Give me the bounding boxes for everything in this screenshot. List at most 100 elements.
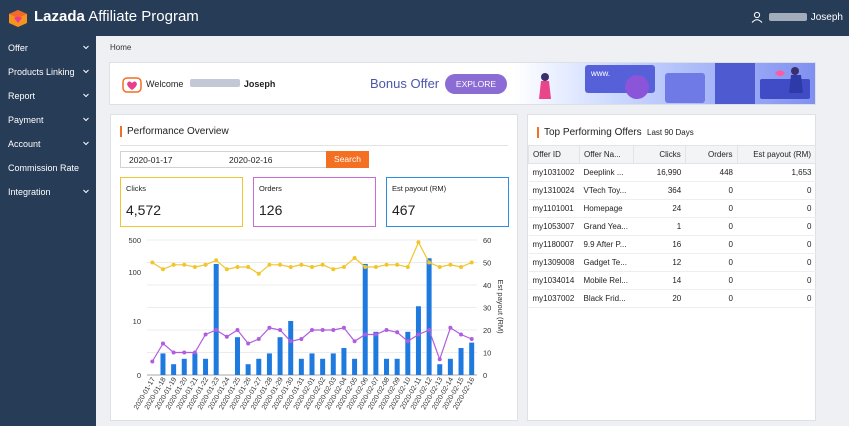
orders-point (459, 332, 464, 337)
payout-point (310, 265, 314, 269)
y-left-tick-label: 100 (128, 268, 141, 277)
column-header-payout[interactable]: Est payout (RM) (736, 145, 816, 164)
orders-point (256, 337, 261, 341)
explore-button[interactable]: EXPLORE (445, 74, 507, 94)
payout-point (459, 265, 464, 269)
table-row[interactable]: my1310024 VTech Toy... 364 0 0 (528, 181, 816, 200)
orders-point (160, 341, 165, 346)
payout-point (320, 262, 325, 267)
orders-point (373, 332, 378, 337)
column-header-offer-id[interactable]: Offer ID (528, 145, 580, 164)
table-row[interactable]: my1180007 9.9 After P... 16 0 0 (528, 235, 816, 254)
kpi-label: Clicks (126, 184, 146, 193)
table-row[interactable]: my1037002 Black Frid... 20 0 0 (528, 289, 816, 308)
payout-point (224, 267, 229, 272)
cell-clicks: 14 (633, 271, 686, 290)
sidebar-item-report[interactable]: Report (0, 84, 96, 108)
bar (426, 258, 432, 375)
column-header-clicks[interactable]: Clicks (632, 145, 686, 164)
date-range-picker[interactable]: 2020-01-17 2020-02-16 (120, 151, 328, 168)
orders-point (395, 330, 400, 335)
table-row[interactable]: my1101001 Homepage 24 0 0 (528, 199, 816, 218)
performance-title: Performance Overview (120, 126, 229, 137)
payout-point (235, 265, 240, 269)
cell-offer-id: my1053007 (528, 217, 580, 236)
chevron-down-icon (83, 117, 89, 122)
y-left-tick-label: 0 (137, 371, 141, 380)
date-to[interactable]: 2020-02-16 (229, 155, 272, 165)
sidebar-item-commission-rate[interactable]: Commission Rate (0, 156, 96, 180)
table-row[interactable]: my1034014 Mobile Rel... 14 0 0 (528, 271, 816, 290)
banner-illustration: www. (515, 63, 815, 104)
cell-offer-id: my1031002 (528, 163, 580, 182)
sidebar-item-integration[interactable]: Integration (0, 180, 96, 204)
bar (234, 337, 240, 375)
cell-offer-name: Grand Yea... (579, 217, 634, 236)
cell-offer-id: my1180007 (528, 235, 580, 254)
orders-point (416, 332, 421, 337)
column-header-offer-name[interactable]: Offer Na... (578, 145, 634, 164)
bar (171, 364, 177, 375)
bar (309, 353, 315, 375)
bar (405, 331, 411, 375)
heart-logo-icon (122, 77, 142, 93)
sidebar-item-account[interactable]: Account (0, 132, 96, 156)
sidebar-item-products-linking[interactable]: Products Linking (0, 60, 96, 84)
orders-point (182, 350, 187, 355)
cell-orders: 0 (685, 217, 737, 236)
table-header-row: Offer ID Offer Na... Clicks Orders Est p… (528, 145, 816, 164)
date-from[interactable]: 2020-01-17 (129, 155, 172, 165)
chevron-down-icon (83, 93, 89, 98)
cell-clicks: 24 (633, 199, 686, 218)
column-header-orders[interactable]: Orders (684, 145, 738, 164)
user-menu[interactable]: Joseph (751, 11, 843, 23)
sidebar-item-payment[interactable]: Payment (0, 108, 96, 132)
payout-point (288, 265, 293, 269)
payout-point (373, 265, 378, 269)
search-button[interactable]: Search (326, 151, 369, 168)
cell-payout: 0 (737, 217, 816, 236)
bar (203, 358, 209, 375)
kpi-value: 126 (259, 202, 283, 218)
cell-orders: 0 (685, 253, 737, 272)
brand-title[interactable]: Lazada Affiliate Program (34, 8, 199, 25)
cell-payout: 0 (737, 253, 816, 272)
y-right-tick-label: 50 (483, 259, 491, 268)
y-right-tick-label: 20 (483, 326, 491, 335)
bar (341, 348, 347, 375)
bar (266, 353, 272, 375)
payout-point (352, 256, 357, 260)
table-row[interactable]: my1309008 Gadget Te... 12 0 0 (528, 253, 816, 272)
chevron-down-icon (83, 141, 89, 146)
kpi-clicks-card: Clicks 4,572 (120, 177, 243, 227)
bar (352, 358, 358, 375)
cell-offer-name: 9.9 After P... (579, 235, 634, 254)
sidebar-item-offer[interactable]: Offer (0, 36, 96, 60)
orders-point (384, 328, 389, 332)
bar (245, 364, 251, 375)
cell-offer-id: my1034014 (528, 271, 580, 290)
breadcrumb[interactable]: Home (110, 43, 131, 52)
table-row[interactable]: my1031002 Deeplink ... 16,990 448 1,653 (528, 163, 816, 182)
cell-clicks: 20 (633, 289, 686, 308)
y-right-tick-label: 60 (483, 236, 491, 245)
payout-point (160, 267, 165, 272)
orders-point (331, 328, 336, 332)
kpi-orders-card: Orders 126 (253, 177, 376, 227)
y-right-axis-label: Est payout (RM) (496, 280, 505, 335)
orders-point (288, 339, 293, 344)
orders-point (203, 332, 208, 337)
bar (192, 353, 198, 375)
bar (320, 358, 326, 375)
kpi-label: Orders (259, 184, 282, 193)
chevron-down-icon (83, 45, 89, 50)
top-offers-title: Top Performing Offers (537, 127, 642, 138)
top-bar: Lazada Affiliate Program Joseph (0, 0, 849, 36)
y-right-tick-label: 10 (483, 349, 491, 358)
bar (277, 337, 283, 375)
kpi-value: 4,572 (126, 202, 162, 218)
cell-clicks: 12 (633, 253, 686, 272)
payout-point (416, 240, 421, 245)
cell-payout: 1,653 (737, 163, 816, 182)
table-row[interactable]: my1053007 Grand Yea... 1 0 0 (528, 217, 816, 236)
